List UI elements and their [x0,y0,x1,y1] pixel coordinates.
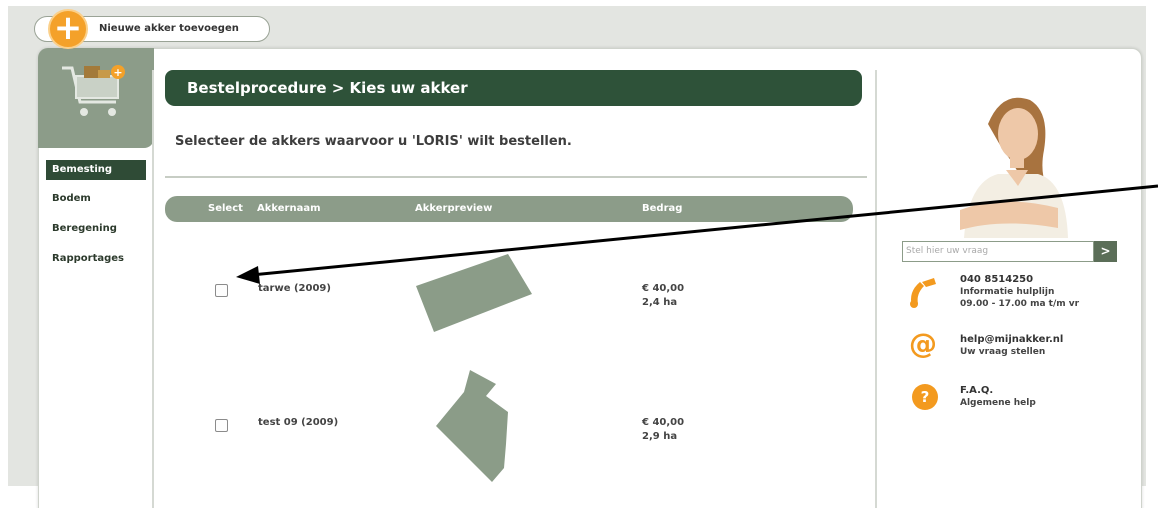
plus-icon: + [48,9,88,49]
annotation-arrow [236,184,1158,284]
